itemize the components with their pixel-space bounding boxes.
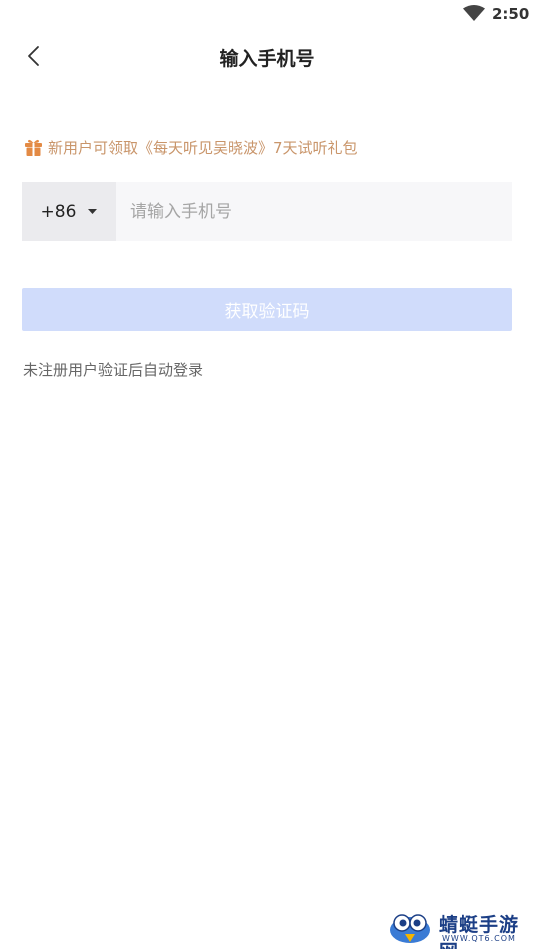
status-time: 2:50	[492, 5, 530, 23]
wifi-icon	[463, 5, 485, 21]
gift-icon	[25, 139, 42, 156]
auto-login-hint: 未注册用户验证后自动登录	[23, 361, 204, 379]
page-title: 输入手机号	[219, 48, 315, 70]
country-code-selector[interactable]: +86	[22, 182, 116, 241]
promo-banner: 新用户可领取《每天听见吴晓波》7天试听礼包	[24, 137, 358, 158]
phone-input-row: +86	[22, 182, 512, 241]
status-bar: 2:50	[0, 0, 534, 30]
dragonfly-mascot-icon	[390, 914, 430, 943]
get-code-button[interactable]: 获取验证码	[22, 288, 512, 331]
caret-down-icon	[88, 209, 98, 214]
login-screen: 2:50 输入手机号 新用户可领取《每天听见吴晓波》7天试听礼包 +86 获取验…	[0, 0, 534, 949]
watermark-logo: 蜻蜓手游网 WWW.QT6.COM	[387, 908, 532, 949]
watermark-name: 蜻蜓手游网	[439, 914, 520, 949]
phone-number-input[interactable]	[116, 182, 512, 241]
watermark-url: WWW.QT6.COM	[442, 934, 516, 943]
promo-text: 新用户可领取《每天听见吴晓波》7天试听礼包	[48, 139, 358, 157]
country-code-value: +86	[40, 201, 77, 222]
